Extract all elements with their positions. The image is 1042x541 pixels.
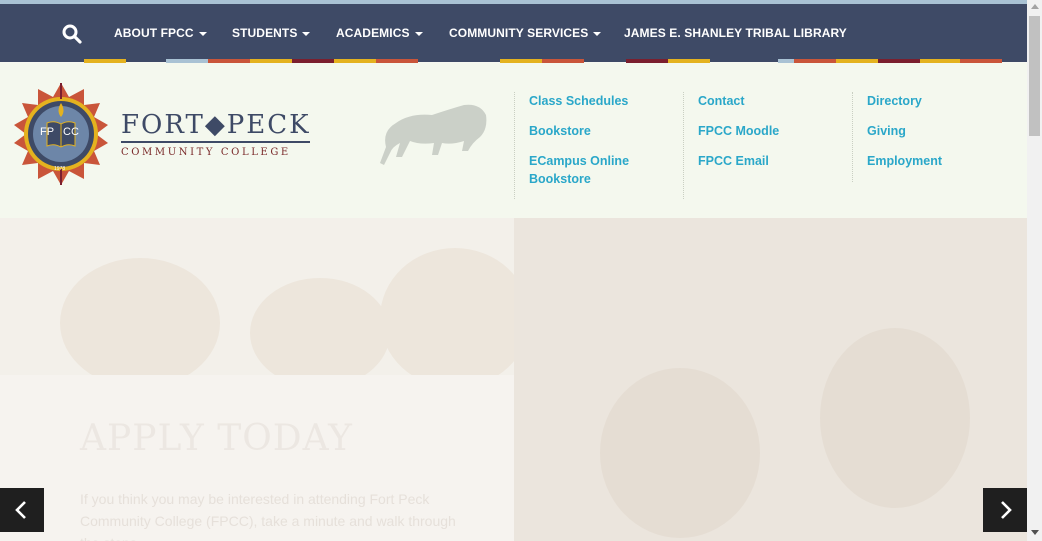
nav-item-about[interactable]: ABOUT FPCC <box>114 26 207 40</box>
seal-initials-left: FP <box>40 126 55 138</box>
site-header: FP CC 1978 FORT◆PECK COMMUNITY COLLEGE C… <box>0 63 1027 218</box>
seal-initials-right: CC <box>63 126 79 138</box>
search-icon[interactable] <box>62 24 82 44</box>
quick-links-col-3: Directory Giving Employment <box>852 92 942 182</box>
nav-item-community-services[interactable]: COMMUNITY SERVICES <box>449 26 602 40</box>
caret-down-icon <box>593 31 602 36</box>
link-bookstore[interactable]: Bookstore <box>529 122 639 140</box>
link-fpcc-email[interactable]: FPCC Email <box>698 152 779 170</box>
main-nav: ABOUT FPCC STUDENTS ACADEMICS COMMUNITY … <box>0 4 1027 62</box>
chevron-left-icon <box>15 501 26 519</box>
hero-slider: APPLY TODAY If you think you may be inte… <box>0 218 1027 541</box>
link-ecampus-bookstore[interactable]: ECampus Online Bookstore <box>529 152 639 188</box>
nav-item-students[interactable]: STUDENTS <box>232 26 311 40</box>
scroll-up-arrow-icon[interactable] <box>1031 4 1039 9</box>
wordmark-divider <box>121 141 310 143</box>
scroll-thumb[interactable] <box>1029 16 1040 136</box>
seal-year: 1978 <box>54 166 66 172</box>
bison-watermark <box>380 104 487 165</box>
link-fpcc-moodle[interactable]: FPCC Moodle <box>698 122 779 140</box>
hero-text: If you think you may be interested in at… <box>80 491 456 541</box>
nav-item-tribal-library[interactable]: JAMES E. SHANLEY TRIBAL LIBRARY <box>624 26 847 40</box>
caret-down-icon <box>414 31 423 36</box>
link-directory[interactable]: Directory <box>867 92 942 110</box>
chevron-right-icon <box>1001 501 1012 519</box>
nav-item-academics[interactable]: ACADEMICS <box>336 26 423 40</box>
vertical-scrollbar[interactable] <box>1027 0 1042 541</box>
slider-prev-button[interactable] <box>0 488 44 532</box>
college-name-top: FORT◆PECK <box>121 110 311 140</box>
college-name-bottom: COMMUNITY COLLEGE <box>121 147 291 158</box>
hero-title: APPLY TODAY <box>80 418 353 459</box>
link-employment[interactable]: Employment <box>867 152 942 170</box>
quick-links-col-2: Contact FPCC Moodle FPCC Email <box>683 92 779 199</box>
scroll-down-arrow-icon[interactable] <box>1031 530 1039 535</box>
caret-down-icon <box>198 31 207 36</box>
caret-down-icon <box>302 31 311 36</box>
link-giving[interactable]: Giving <box>867 122 942 140</box>
slider-next-button[interactable] <box>983 488 1027 532</box>
link-contact[interactable]: Contact <box>698 92 779 110</box>
quick-links-col-1: Class Schedules Bookstore ECampus Online… <box>514 92 639 199</box>
link-class-schedules[interactable]: Class Schedules <box>529 92 639 110</box>
